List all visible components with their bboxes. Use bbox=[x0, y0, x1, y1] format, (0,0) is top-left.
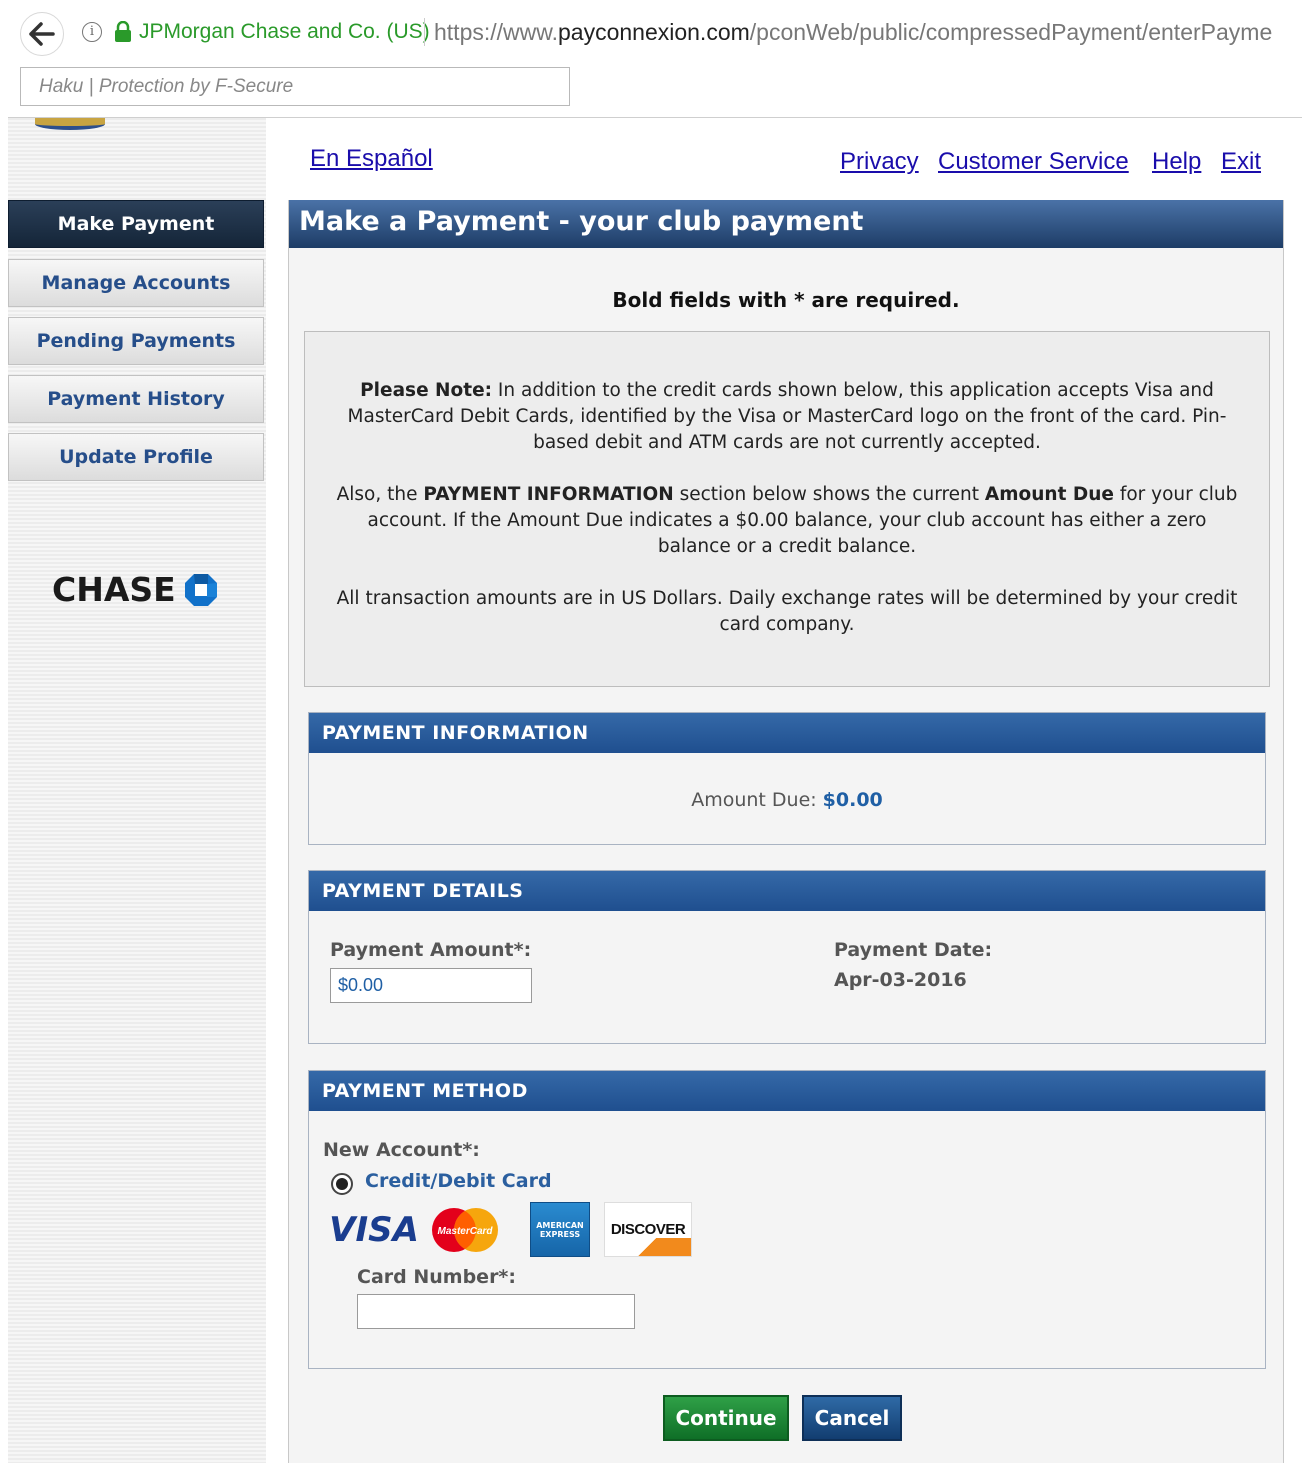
page-title: Make a Payment - your club payment bbox=[289, 200, 1283, 248]
sidebar-item-manage-accounts[interactable]: Manage Accounts bbox=[8, 259, 264, 307]
payment-information-section: PAYMENT INFORMATION Amount Due: $0.00 bbox=[308, 712, 1266, 845]
credit-debit-label[interactable]: Credit/Debit Card bbox=[365, 1170, 552, 1192]
sidebar-item-pending-payments[interactable]: Pending Payments bbox=[8, 317, 264, 365]
ev-certificate-name: JPMorgan Chase and Co. (US) bbox=[139, 20, 430, 43]
new-account-label: New Account*: bbox=[323, 1139, 480, 1161]
payment-information-heading: PAYMENT INFORMATION bbox=[309, 713, 1265, 753]
extension-bar: Haku | Protection by F-Secure bbox=[20, 67, 570, 106]
sidebar-item-payment-history[interactable]: Payment History bbox=[8, 375, 264, 423]
chase-logo-text: CHASE bbox=[52, 570, 176, 609]
sidebar-item-update-profile[interactable]: Update Profile bbox=[8, 433, 264, 481]
chase-octagon-icon bbox=[184, 573, 217, 606]
link-en-espanol[interactable]: En Español bbox=[310, 145, 433, 173]
arrow-left-icon bbox=[29, 22, 55, 46]
site-logo-fragment bbox=[35, 118, 105, 130]
amex-logo: AMERICAN EXPRESS bbox=[530, 1202, 590, 1257]
url-domain: payconnexion.com bbox=[557, 19, 750, 45]
continue-button[interactable]: Continue bbox=[663, 1395, 789, 1441]
note-p2-a: Also, the bbox=[336, 484, 424, 505]
note-please-note-label: Please Note: bbox=[360, 380, 493, 401]
card-number-input[interactable] bbox=[357, 1294, 635, 1329]
payment-date-label: Payment Date: bbox=[834, 939, 993, 961]
url-prefix: https://www. bbox=[434, 19, 558, 45]
discover-logo: DISCOVER bbox=[604, 1202, 692, 1257]
payment-method-heading: PAYMENT METHOD bbox=[309, 1071, 1265, 1111]
sidebar-item-make-payment[interactable]: Make Payment bbox=[8, 200, 264, 248]
back-button[interactable] bbox=[20, 12, 64, 56]
mastercard-circles-icon: MasterCard bbox=[432, 1207, 498, 1252]
chase-logo: CHASE bbox=[52, 570, 218, 609]
url-field[interactable]: https://www.payconnexion.com/pconWeb/pub… bbox=[434, 19, 1310, 46]
credit-debit-radio[interactable] bbox=[331, 1173, 353, 1195]
card-number-label: Card Number*: bbox=[357, 1266, 516, 1288]
payment-amount-label: Payment Amount*: bbox=[330, 939, 532, 961]
discover-stripe bbox=[621, 1238, 691, 1256]
payment-details-section: PAYMENT DETAILS Payment Amount*: Payment… bbox=[308, 870, 1266, 1044]
note-p2-d: Amount Due bbox=[984, 484, 1114, 505]
amount-due-value: $0.00 bbox=[822, 789, 883, 811]
link-exit[interactable]: Exit bbox=[1221, 148, 1261, 176]
note-p2-c: section below shows the current bbox=[673, 484, 985, 505]
amount-due-line: Amount Due: $0.00 bbox=[309, 789, 1265, 811]
mastercard-logo: MasterCard bbox=[425, 1202, 505, 1257]
payment-amount-input[interactable] bbox=[330, 968, 532, 1003]
address-bar: i JPMorgan Chase and Co. (US) https://ww… bbox=[0, 0, 1310, 62]
info-icon[interactable]: i bbox=[82, 22, 102, 42]
link-customer-service[interactable]: Customer Service bbox=[938, 148, 1129, 176]
payment-details-heading: PAYMENT DETAILS bbox=[309, 871, 1265, 911]
note-paragraph-3: All transaction amounts are in US Dollar… bbox=[336, 588, 1238, 635]
extension-text: Haku | Protection by F-Secure bbox=[39, 76, 294, 97]
lock-icon bbox=[115, 21, 131, 42]
note-paragraph-1: Please Note: In addition to the credit c… bbox=[331, 378, 1243, 456]
cancel-button[interactable]: Cancel bbox=[802, 1395, 902, 1441]
visa-logo-text: VISA bbox=[329, 1209, 419, 1250]
discover-logo-text: DISCOVER bbox=[610, 1221, 686, 1238]
payment-method-section: PAYMENT METHOD New Account*: Credit/Debi… bbox=[308, 1070, 1266, 1369]
amount-due-label: Amount Due: bbox=[691, 789, 817, 811]
required-fields-note: Bold fields with * are required. bbox=[612, 288, 960, 312]
note-paragraph-2: Also, the PAYMENT INFORMATION section be… bbox=[331, 482, 1243, 560]
visa-logo: VISA bbox=[329, 1202, 419, 1257]
link-help[interactable]: Help bbox=[1152, 148, 1201, 176]
note-p2-b: PAYMENT INFORMATION bbox=[423, 484, 674, 505]
please-note-box: Please Note: In addition to the credit c… bbox=[304, 331, 1270, 687]
payment-date-value: Apr-03-2016 bbox=[834, 969, 967, 991]
amex-logo-text: AMERICAN EXPRESS bbox=[536, 1220, 584, 1239]
mastercard-logo-text: MasterCard bbox=[437, 1226, 493, 1237]
main-panel: Make a Payment - your club payment Bold … bbox=[288, 200, 1284, 1463]
url-path: /pconWeb/public/compressedPayment/enterP… bbox=[749, 19, 1273, 45]
address-separator bbox=[424, 18, 425, 46]
link-privacy[interactable]: Privacy bbox=[840, 148, 919, 176]
